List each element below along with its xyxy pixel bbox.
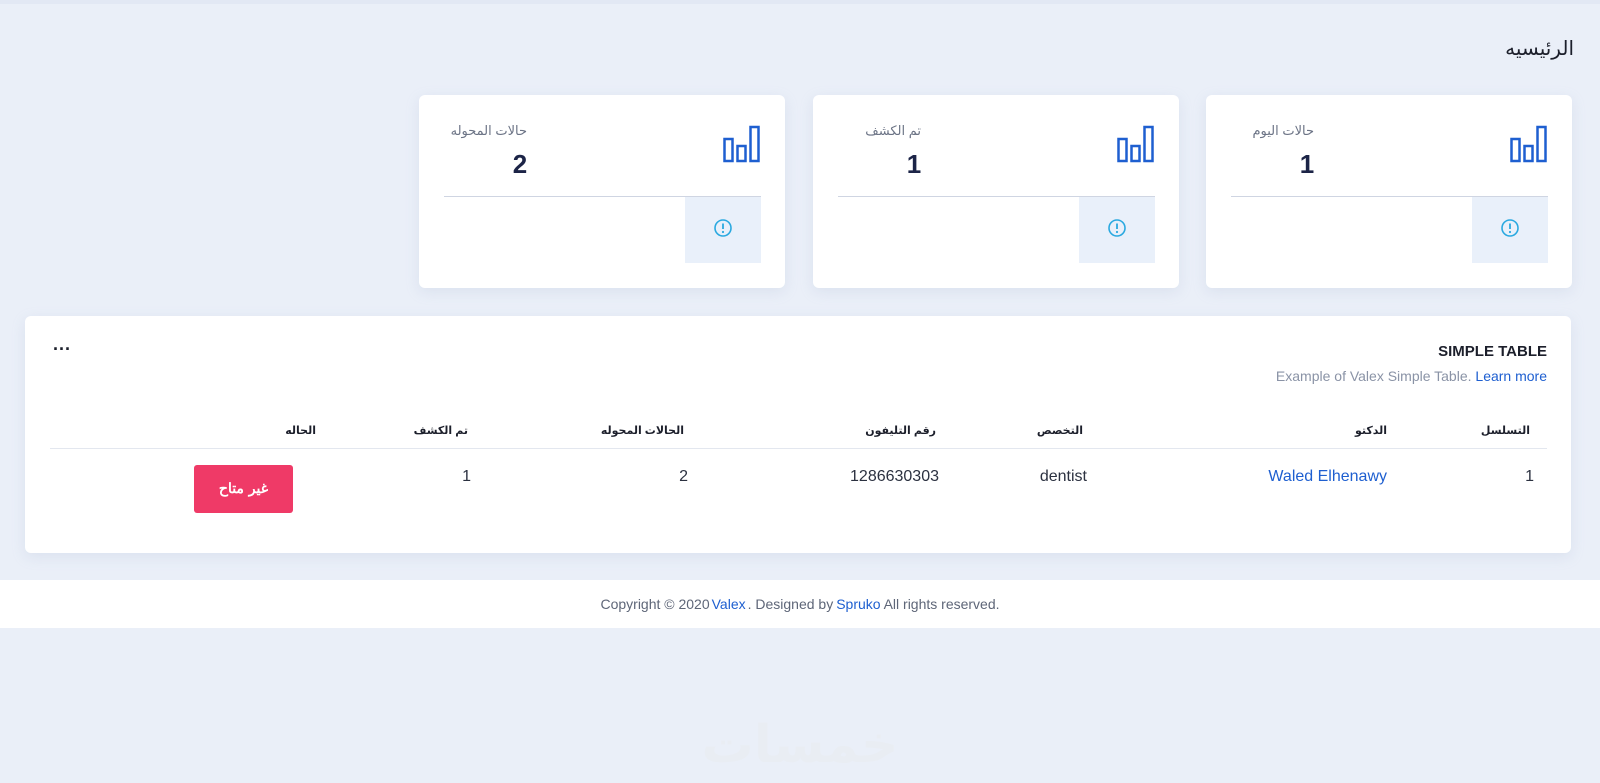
column-header-phone: رقم التليفون [865,425,936,437]
stat-label: حالات المحوله [450,123,527,138]
stat-value: 1 [1299,149,1315,179]
more-options-icon[interactable]: ... [53,334,71,355]
bar-chart-icon [1510,125,1548,165]
footer: Copyright © 2020 Valex. Designed by Spru… [0,580,1600,628]
spruko-link[interactable]: Spruko [836,596,880,612]
stat-value: 1 [906,149,922,179]
cell-examined: 1 [462,468,471,485]
learn-more-link[interactable]: Learn more [1475,368,1547,384]
stat-label: تم الكشف [865,123,921,138]
stat-card-today-cases: حالات اليوم 1 [1206,95,1572,288]
watermark-logo: خمسات [701,715,899,775]
column-header-doctor: الدكتو [1354,425,1387,437]
stat-card-examined: تم الكشف 1 [813,95,1179,288]
stat-value: 2 [512,149,528,179]
stat-card-transferred: حالات المحوله 2 [419,95,785,288]
header-divider [50,448,1547,449]
info-button[interactable] [1472,197,1548,263]
column-header-serial: التسلسل [1480,425,1530,437]
info-circle-icon [1500,218,1520,243]
footer-rights: All rights reserved. [883,596,1000,612]
table-title: SIMPLE TABLE [1438,343,1547,360]
bar-chart-icon [1117,125,1155,165]
footer-copyright: Copyright © 2020 [600,596,710,612]
cell-phone: 1286630303 [850,468,939,485]
footer-designed-by: . Designed by [747,596,834,612]
valex-link[interactable]: Valex [712,596,746,612]
top-bar [0,0,1600,4]
info-circle-icon [1107,218,1127,243]
cell-transferred: 2 [679,468,688,485]
column-header-specialty: التخصص [1036,425,1083,437]
stat-label: حالات اليوم [1252,123,1314,138]
info-button[interactable] [685,197,761,263]
info-button[interactable] [1079,197,1155,263]
cell-serial: 1 [1525,468,1534,485]
status-button[interactable]: غير متاح [194,465,293,513]
cell-specialty: dentist [1039,468,1087,485]
column-header-transferred: الحالات المحوله [600,425,684,437]
info-circle-icon [713,218,733,243]
doctor-link[interactable]: Waled Elhenawy [1268,468,1387,486]
page-title: الرئيسيه [1505,38,1574,60]
bar-chart-icon [723,125,761,165]
column-header-status: الحاله [285,425,316,437]
table-subtitle-text: Example of Valex Simple Table. [1275,368,1472,384]
table-subtitle: Example of Valex Simple Table. Learn mor… [1276,368,1547,384]
column-header-examined: تم الكشف [413,425,468,437]
simple-table-card: SIMPLE TABLE Example of Valex Simple Tab… [25,316,1571,553]
